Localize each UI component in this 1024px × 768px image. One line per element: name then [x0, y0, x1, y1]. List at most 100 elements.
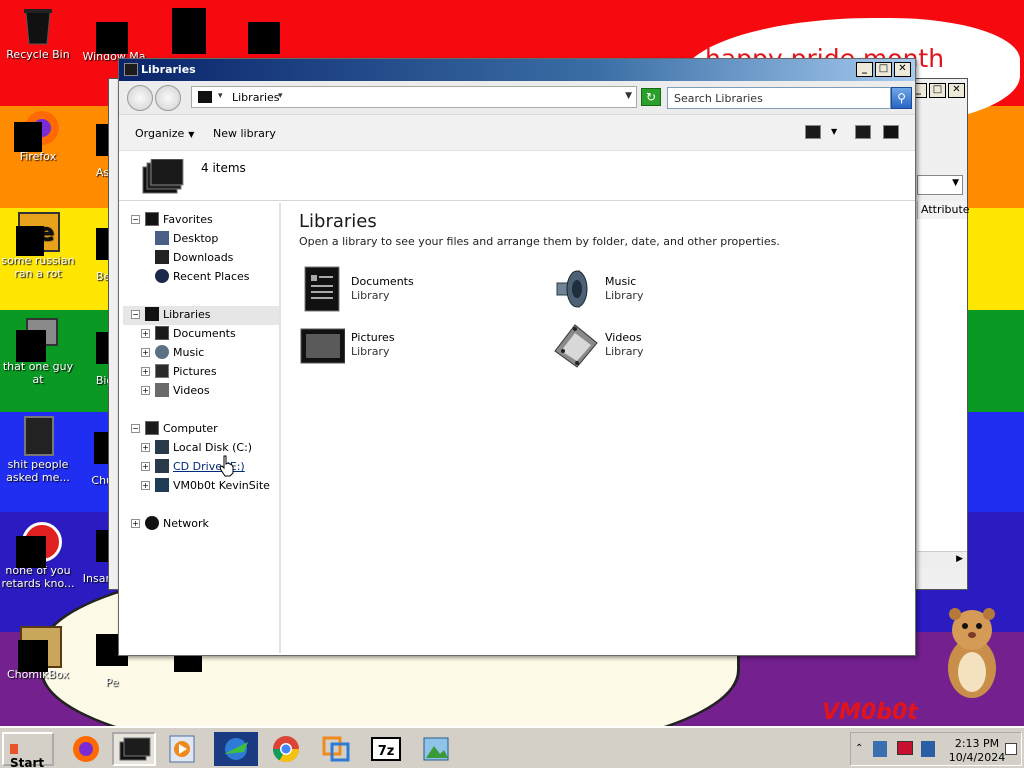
taskbar-photo-app[interactable]	[414, 732, 458, 766]
close-button[interactable]: ✕	[894, 62, 911, 77]
flag-tray-icon[interactable]	[897, 741, 913, 755]
libraries-title-icon	[124, 63, 138, 76]
expand-icon[interactable]: +	[141, 329, 150, 338]
taskbar-firefox[interactable]	[64, 732, 108, 766]
nav-label: Downloads	[173, 251, 234, 264]
breadcrumb-libraries[interactable]: Libraries	[232, 91, 280, 104]
collapse-icon[interactable]: −	[131, 310, 140, 319]
horizontal-scrollbar[interactable]: ▶	[917, 551, 967, 569]
start-button[interactable]: Start	[2, 732, 54, 768]
details-pane: 4 items	[119, 151, 915, 201]
expand-icon[interactable]: +	[131, 519, 140, 528]
minimize-button[interactable]: _	[856, 62, 873, 77]
nav-label: Pictures	[173, 365, 217, 378]
clock-time: 2:13 PM	[954, 737, 1000, 750]
library-music[interactable]: Music Library	[553, 265, 773, 317]
videos-library-icon	[554, 324, 598, 368]
taskbar-7zip[interactable]: 7z	[364, 732, 408, 766]
cd-drive-icon	[155, 459, 169, 473]
vmware-icon	[322, 736, 350, 762]
network-tray-icon[interactable]	[873, 741, 887, 757]
desktop-icon-chomikbox[interactable]: ChomikBox	[0, 626, 76, 681]
system-tray: ⌃ 2:13 PM 10/4/2024	[850, 732, 1022, 766]
maximize-button[interactable]: □	[929, 83, 946, 98]
show-hidden-icons-icon[interactable]: ⌃	[855, 743, 863, 754]
breadcrumb-arrow-icon[interactable]: ▾	[218, 91, 223, 101]
expand-icon[interactable]: +	[141, 481, 150, 490]
desktop-icon-recycle-bin[interactable]: Recycle Bin	[0, 6, 76, 61]
window-controls: _ □ ✕	[856, 62, 911, 77]
taskbar-download-manager[interactable]	[214, 732, 258, 766]
volume-tray-icon[interactable]	[921, 741, 935, 757]
desktop-icon-window-ma[interactable]: Window Ma	[76, 8, 152, 63]
documents-icon	[155, 326, 169, 340]
library-documents[interactable]: Documents Library	[299, 265, 519, 317]
scroll-right-icon[interactable]: ▶	[956, 554, 963, 564]
library-pictures[interactable]: Pictures Library	[299, 321, 519, 373]
network-drive-icon	[155, 478, 169, 492]
new-library-button[interactable]: New library	[213, 127, 276, 140]
taskbar-chrome[interactable]	[264, 732, 308, 766]
address-bar[interactable]: ▾ Libraries ▾ ▼	[191, 86, 637, 108]
clock[interactable]: 2:13 PM 10/4/2024	[947, 737, 1007, 765]
help-icon[interactable]	[883, 125, 899, 139]
desktop-icon-hidden[interactable]	[172, 8, 206, 54]
close-button[interactable]: ✕	[948, 83, 965, 98]
nav-libraries[interactable]: − Libraries	[123, 306, 279, 325]
change-view-icon[interactable]	[805, 125, 821, 139]
7zip-icon: 7z	[371, 737, 401, 761]
collapse-icon[interactable]: −	[131, 215, 140, 224]
view-options-chevron-icon[interactable]: ▼	[831, 127, 837, 136]
documents-library-icon	[304, 266, 340, 312]
expand-icon[interactable]: +	[141, 348, 150, 357]
taskbar-libraries[interactable]	[112, 732, 156, 766]
search-icon[interactable]: ⚲	[891, 87, 912, 109]
preview-pane-icon[interactable]	[855, 125, 871, 139]
desktop-icon-firefox[interactable]: Firefox	[0, 108, 76, 163]
action-center-icon[interactable]	[1005, 743, 1017, 755]
taskbar-vmware[interactable]	[314, 732, 358, 766]
desktop-icon-russian[interactable]: e some russian ran a rot	[0, 212, 76, 280]
forward-button[interactable]	[155, 85, 181, 111]
collapse-icon[interactable]: −	[131, 424, 140, 433]
library-videos[interactable]: Videos Library	[553, 321, 773, 373]
address-dropdown-icon[interactable]: ▼	[625, 91, 632, 101]
nav-label: Recent Places	[173, 270, 250, 283]
desktop-icon-guy[interactable]: that one guy at	[0, 318, 76, 386]
libraries-window[interactable]: Libraries _ □ ✕ ▾ Libraries ▾ ▼ ↻ Search…	[118, 58, 916, 656]
content-description: Open a library to see your files and arr…	[299, 235, 780, 248]
nav-label: Favorites	[163, 213, 213, 226]
search-input[interactable]: Search Libraries	[667, 87, 891, 109]
document-icon	[20, 416, 56, 456]
desktop-icon-hidden[interactable]	[248, 22, 280, 54]
taskbar-media-player[interactable]	[160, 732, 204, 766]
expand-icon[interactable]: +	[141, 443, 150, 452]
desktop-icon-none-of-you[interactable]: none of you retards kno...	[0, 522, 76, 590]
title-bar[interactable]: Libraries _ □ ✕	[119, 59, 915, 81]
chevron-down-icon: ▼	[952, 178, 959, 188]
nav-label: Documents	[173, 327, 236, 340]
library-type: Library	[351, 289, 390, 302]
windows-logo-icon	[10, 744, 18, 754]
background-dropdown[interactable]: ▼	[917, 175, 963, 195]
maximize-button[interactable]: □	[875, 62, 892, 77]
app-icon	[96, 8, 132, 54]
refresh-icon[interactable]: ↻	[641, 88, 661, 106]
back-button[interactable]	[127, 85, 153, 111]
breadcrumb-arrow-icon[interactable]: ▾	[278, 91, 283, 101]
clock-date: 10/4/2024	[948, 751, 1006, 764]
firefox-icon	[73, 736, 99, 762]
mouse-cursor-hand-icon	[219, 455, 234, 477]
desktop-icon-label: Pe	[105, 676, 119, 689]
windows-stack-icon	[16, 318, 58, 362]
column-header-attribute[interactable]: Attribute	[917, 201, 970, 219]
organize-button[interactable]: Organize ▼	[135, 127, 194, 140]
expand-icon[interactable]: +	[141, 367, 150, 376]
downloads-icon	[155, 250, 169, 264]
videos-icon	[155, 383, 169, 397]
navigation-pane: − Favorites Desktop Downloads Recent Pla…	[123, 203, 281, 653]
address-bar-row: ▾ Libraries ▾ ▼ ↻ Search Libraries ⚲	[119, 81, 915, 115]
expand-icon[interactable]: +	[141, 462, 150, 471]
expand-icon[interactable]: +	[141, 386, 150, 395]
desktop-icon-shit-people[interactable]: shit people asked me...	[0, 416, 76, 484]
